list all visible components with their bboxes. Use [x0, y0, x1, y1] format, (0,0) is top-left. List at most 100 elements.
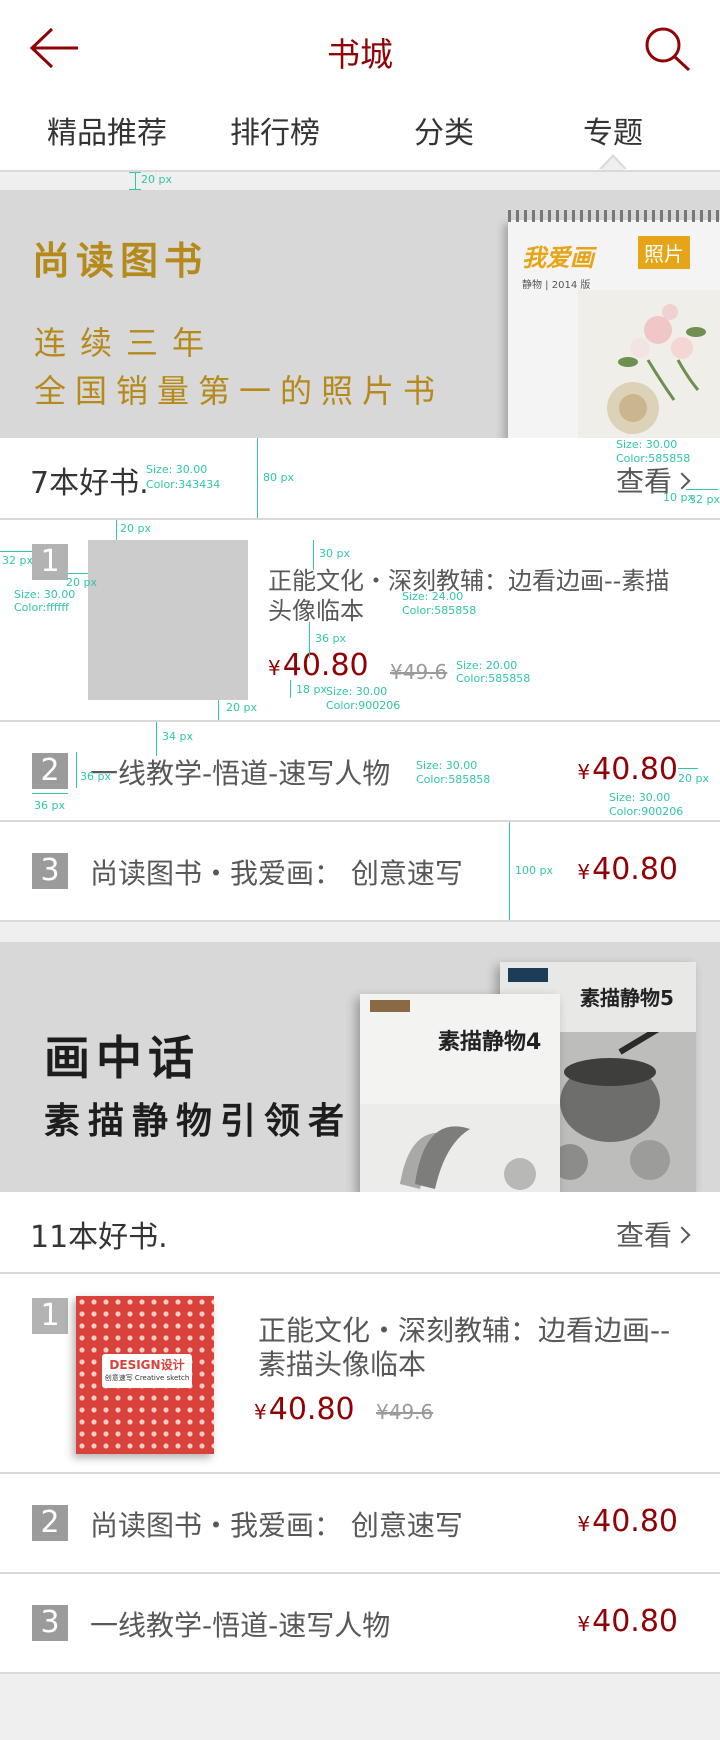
- dimension-line: [678, 768, 698, 769]
- annotation: Color:585858: [416, 773, 491, 786]
- dimension-line: [218, 700, 219, 720]
- annotation: Size: 30.00: [609, 791, 671, 804]
- active-tab-indicator: [601, 157, 625, 170]
- tab-featured[interactable]: 精品推荐: [17, 108, 197, 152]
- annotation: Size: 20.00: [456, 659, 518, 672]
- tab-category[interactable]: 分类: [354, 108, 534, 152]
- page-title: 书城: [327, 35, 393, 74]
- publisher-logo: [370, 1000, 410, 1012]
- annotation: 20 px: [141, 173, 172, 186]
- dimension-line: [116, 520, 117, 540]
- banner-brand: 尚读图书: [32, 239, 209, 283]
- section-header-1: 7本好书. 查看: [0, 438, 720, 520]
- annotation: Color:343434: [146, 478, 221, 491]
- book-title: 正能文化・深刻教辅：边看边画--素描头像临本: [268, 567, 670, 625]
- view-more-button[interactable]: 查看: [615, 1214, 691, 1254]
- rank-badge: 1: [32, 1298, 68, 1334]
- price-value: 40.80: [592, 1604, 678, 1639]
- dimension-line: [68, 573, 88, 574]
- annotation: Color:900206: [326, 699, 401, 712]
- annotation: Size: 30.00: [14, 588, 76, 601]
- rank-badge: 1: [32, 544, 68, 580]
- banner-line-2: 素描静物引领者: [44, 1101, 353, 1142]
- rank-badge: 2: [32, 753, 68, 789]
- bananas-image: [360, 1104, 560, 1192]
- annotation: 20 px: [120, 522, 151, 535]
- cover-label-box: DESIGN设计 创意速写 Creative sketch: [102, 1354, 192, 1388]
- dimension-line: [135, 172, 136, 190]
- annotation: 36 px: [315, 632, 346, 645]
- annotation: Size: 30.00: [326, 685, 388, 698]
- dimension-line: [156, 722, 157, 756]
- dimension-line: [76, 752, 77, 788]
- book-price: ¥40.80: [577, 1604, 678, 1639]
- flower-vase-image: [578, 290, 720, 438]
- spiral-binding: [508, 210, 720, 222]
- section-title: 11本好书.: [30, 1220, 168, 1255]
- book-price: ¥40.80: [268, 648, 369, 683]
- annotation: 100 px: [515, 864, 553, 877]
- app-header: 书城 精品推荐 排行榜 分类 专题: [0, 0, 720, 172]
- list-item[interactable]: 3 一线教学-悟道-速写人物 ¥40.80: [0, 1574, 720, 1674]
- annotation: 36 px: [80, 770, 111, 783]
- dimension-line: [32, 793, 68, 794]
- dimension-line: [309, 622, 310, 658]
- banner-book-4: 素描静物4: [360, 994, 560, 1192]
- book-title: 正能文化・深刻教辅：边看边画--素描头像临本: [258, 1314, 671, 1381]
- price-value: 40.80: [282, 648, 369, 683]
- annotation: Color:ffffff: [14, 601, 69, 614]
- cover-subtitle: 创意速写 Creative sketch: [104, 1374, 190, 1382]
- chevron-right-icon: [673, 472, 691, 490]
- book-price: ¥40.80: [254, 1392, 355, 1427]
- book-price: ¥40.80: [577, 1504, 678, 1539]
- dimension-line: [0, 551, 32, 552]
- topic-banner-2[interactable]: 画中话 素描静物引领者 素描静物5 素描静物4: [0, 942, 720, 1192]
- banner-book-title: 素描静物4: [438, 1030, 542, 1055]
- dimension-line: [313, 540, 314, 570]
- currency-symbol: ¥: [577, 1512, 591, 1536]
- annotation: Color:900206: [609, 805, 684, 818]
- topic-banner-1[interactable]: 尚读图书 连续三年 全国销量第一的照片书 我爱画 照片 静物 | 2014 版: [0, 190, 720, 438]
- section-header-2: 11本好书. 查看: [0, 1192, 720, 1274]
- book-title: 尚读图书・我爱画： 创意速写: [90, 1509, 463, 1542]
- list-item[interactable]: 3 尚读图书・我爱画： 创意速写 ¥40.80: [0, 822, 720, 922]
- annotation: Color:585858: [456, 672, 531, 685]
- annotation: 34 px: [162, 730, 193, 743]
- price-value: 40.80: [592, 1504, 678, 1539]
- dimension-line: [686, 489, 718, 490]
- page-bottom-spacer: [0, 1675, 720, 1740]
- book-title: 尚读图书・我爱画： 创意速写: [90, 857, 463, 890]
- price-value: 40.80: [592, 852, 678, 887]
- banner-line-2: 全国销量第一的照片书: [34, 372, 445, 410]
- currency-symbol: ¥: [268, 656, 281, 680]
- rank-badge: 3: [32, 853, 68, 889]
- annotation: 80 px: [263, 471, 294, 484]
- annotation: Color:585858: [616, 452, 691, 465]
- annotation: Size: 24.00: [402, 590, 464, 603]
- book-price: ¥40.80: [577, 852, 678, 887]
- annotation: Size: 30.00: [416, 759, 478, 772]
- original-price: ¥49.6: [376, 1400, 434, 1424]
- chevron-right-icon: [673, 1226, 691, 1244]
- list-item[interactable]: 2 尚读图书・我爱画： 创意速写 ¥40.80: [0, 1474, 720, 1574]
- cover-title: DESIGN设计: [109, 1358, 185, 1372]
- annotation: 36 px: [34, 799, 65, 812]
- price-value: 40.80: [592, 752, 678, 787]
- book-cover-design: DESIGN设计 创意速写 Creative sketch: [76, 1296, 214, 1454]
- tab-ranking[interactable]: 排行榜: [185, 108, 365, 152]
- search-icon[interactable]: [644, 26, 692, 72]
- book-price: ¥40.80: [577, 752, 678, 787]
- book-title: 一线教学-悟道-速写人物: [90, 1609, 391, 1642]
- book-cover-placeholder: [88, 540, 248, 700]
- rank-badge: 2: [32, 1505, 68, 1541]
- dimension-line: [509, 822, 510, 920]
- annotation: 30 px: [319, 547, 350, 560]
- featured-book-2[interactable]: 1 DESIGN设计 创意速写 Creative sketch 正能文化・深刻教…: [0, 1274, 720, 1474]
- tab-topics[interactable]: 专题: [523, 108, 703, 152]
- currency-symbol: ¥: [577, 1612, 591, 1636]
- book-title: 一线教学-悟道-速写人物: [90, 757, 391, 790]
- annotation: Color:585858: [402, 604, 477, 617]
- view-more-label: 查看: [615, 1219, 672, 1252]
- currency-symbol: ¥: [254, 1400, 267, 1424]
- banner-book-title: 我爱画: [522, 244, 594, 272]
